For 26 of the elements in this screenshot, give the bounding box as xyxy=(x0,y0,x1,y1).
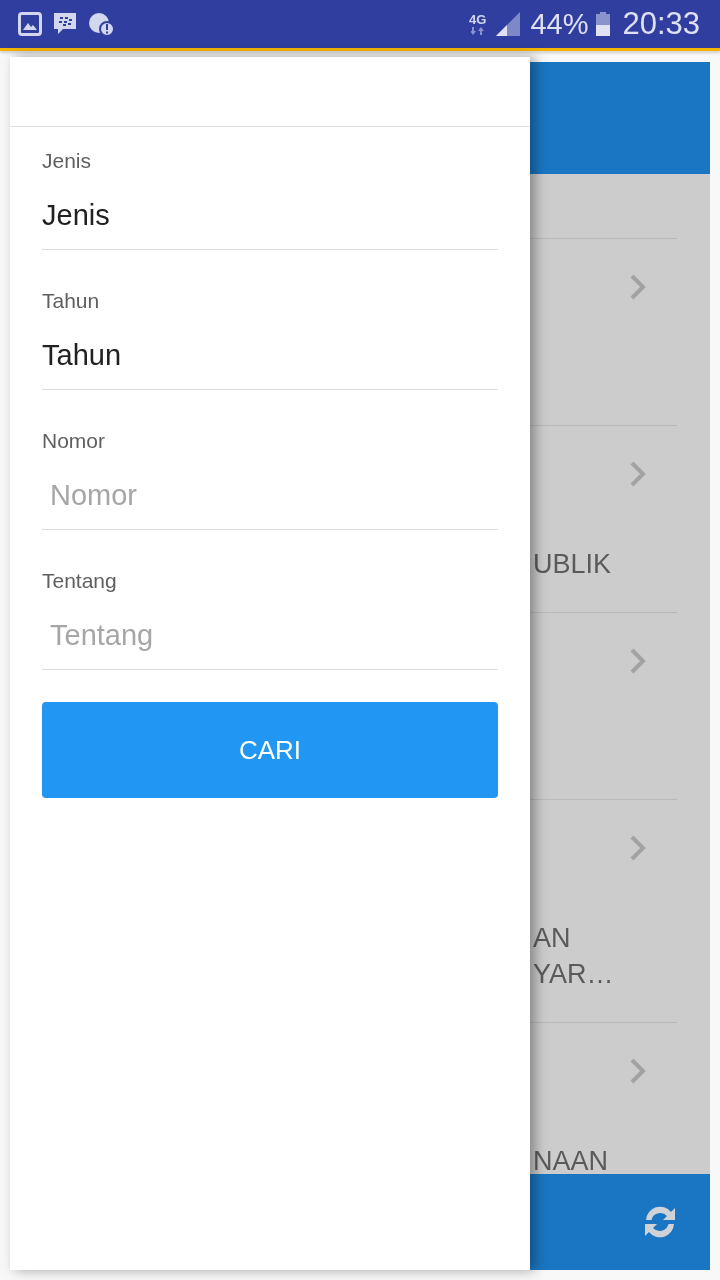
signal-icon xyxy=(496,12,521,36)
chevron-icon xyxy=(630,1058,646,1084)
list-item-text: AN xyxy=(533,922,571,955)
data-arrows-icon xyxy=(470,27,485,35)
field-label: Tentang xyxy=(42,569,117,593)
alert-circle-icon xyxy=(88,12,114,36)
chevron-icon xyxy=(630,835,646,861)
list-item-text: UBLIK xyxy=(533,548,612,581)
gallery-icon xyxy=(18,12,42,36)
chevron-icon xyxy=(630,274,646,300)
clock-time: 20:33 xyxy=(622,7,700,41)
picker-field[interactable]: Tahun xyxy=(42,313,498,390)
list-item-text: YAR… xyxy=(533,958,614,991)
chat-bubble-icon xyxy=(53,12,77,36)
network-type: 4G xyxy=(469,13,487,26)
battery-percentage: 44% xyxy=(530,7,589,41)
chevron-icon xyxy=(630,461,646,487)
list-item-text: NAAN xyxy=(533,1145,608,1174)
chevron-icon xyxy=(630,648,646,674)
picker-field[interactable]: Jenis xyxy=(42,173,498,250)
field-label: Nomor xyxy=(42,429,105,453)
input-field[interactable]: Nomor xyxy=(42,453,498,530)
battery-icon xyxy=(596,12,611,36)
input-field[interactable]: Tentang xyxy=(42,593,498,670)
field-label: Jenis xyxy=(42,149,92,173)
field-label: Tahun xyxy=(42,289,100,313)
